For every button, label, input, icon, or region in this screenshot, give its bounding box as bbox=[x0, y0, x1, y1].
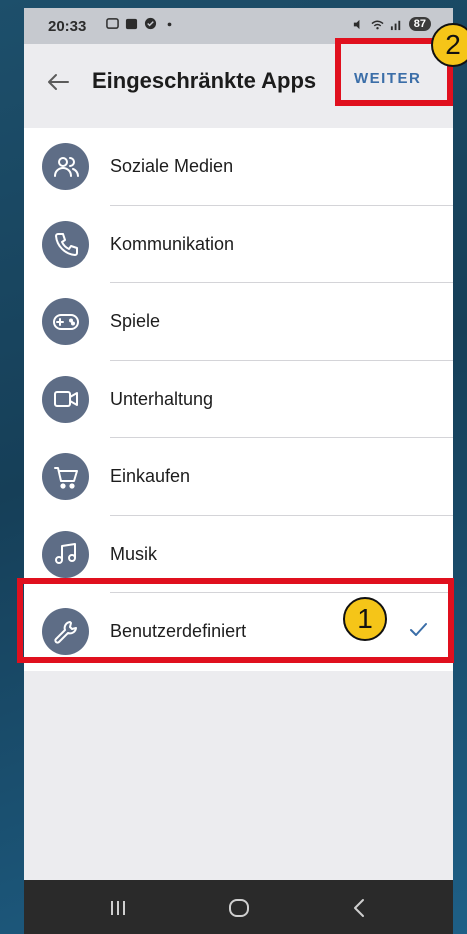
video-camera-icon bbox=[42, 375, 89, 423]
dot-icon bbox=[167, 22, 172, 27]
calendar-icon bbox=[125, 18, 138, 30]
highlight-box-1 bbox=[17, 578, 454, 663]
wifi-icon bbox=[371, 20, 384, 29]
list-item-games[interactable]: Spiele bbox=[24, 283, 453, 361]
navigation-bar bbox=[24, 880, 453, 934]
status-system-icons: 87 bbox=[352, 17, 431, 31]
list-item-label: Soziale Medien bbox=[110, 156, 234, 176]
back-arrow-icon[interactable] bbox=[44, 68, 72, 96]
check-circle-icon bbox=[144, 17, 157, 30]
list-item-entertainment[interactable]: Unterhaltung bbox=[24, 361, 453, 438]
people-icon bbox=[42, 143, 89, 190]
list-item-label: Kommunikation bbox=[110, 233, 235, 254]
page-title: Eingeschränkte Apps bbox=[92, 68, 317, 93]
shopping-cart-icon bbox=[42, 453, 89, 500]
status-time: 20:33 bbox=[48, 18, 87, 35]
back-nav-icon[interactable] bbox=[346, 894, 374, 922]
list-item-communication[interactable]: Kommunikation bbox=[24, 206, 453, 283]
phone-icon bbox=[42, 220, 89, 268]
mute-icon bbox=[353, 19, 360, 29]
status-notification-icons bbox=[106, 17, 176, 30]
recent-apps-icon[interactable] bbox=[104, 894, 132, 922]
phone-screen: 20:33 87 Eingeschränkte Apps WEITER Sozi… bbox=[24, 8, 453, 934]
gamepad-icon bbox=[42, 298, 89, 345]
music-note-icon bbox=[42, 530, 89, 578]
list-item-label: Einkaufen bbox=[110, 466, 191, 486]
home-icon[interactable] bbox=[225, 894, 253, 922]
screenshot-icon bbox=[106, 18, 119, 29]
annotation-badge-2: 2 bbox=[431, 23, 467, 67]
annotation-badge-1: 1 bbox=[343, 597, 387, 641]
signal-icon bbox=[390, 20, 400, 30]
battery-level: 87 bbox=[408, 17, 431, 31]
list-item-label: Spiele bbox=[110, 311, 161, 331]
list-item-shopping[interactable]: Einkaufen bbox=[24, 438, 453, 516]
list-item-social-media[interactable]: Soziale Medien bbox=[24, 128, 453, 206]
list-item-label: Musik bbox=[110, 543, 158, 564]
list-item-label: Unterhaltung bbox=[110, 388, 214, 409]
